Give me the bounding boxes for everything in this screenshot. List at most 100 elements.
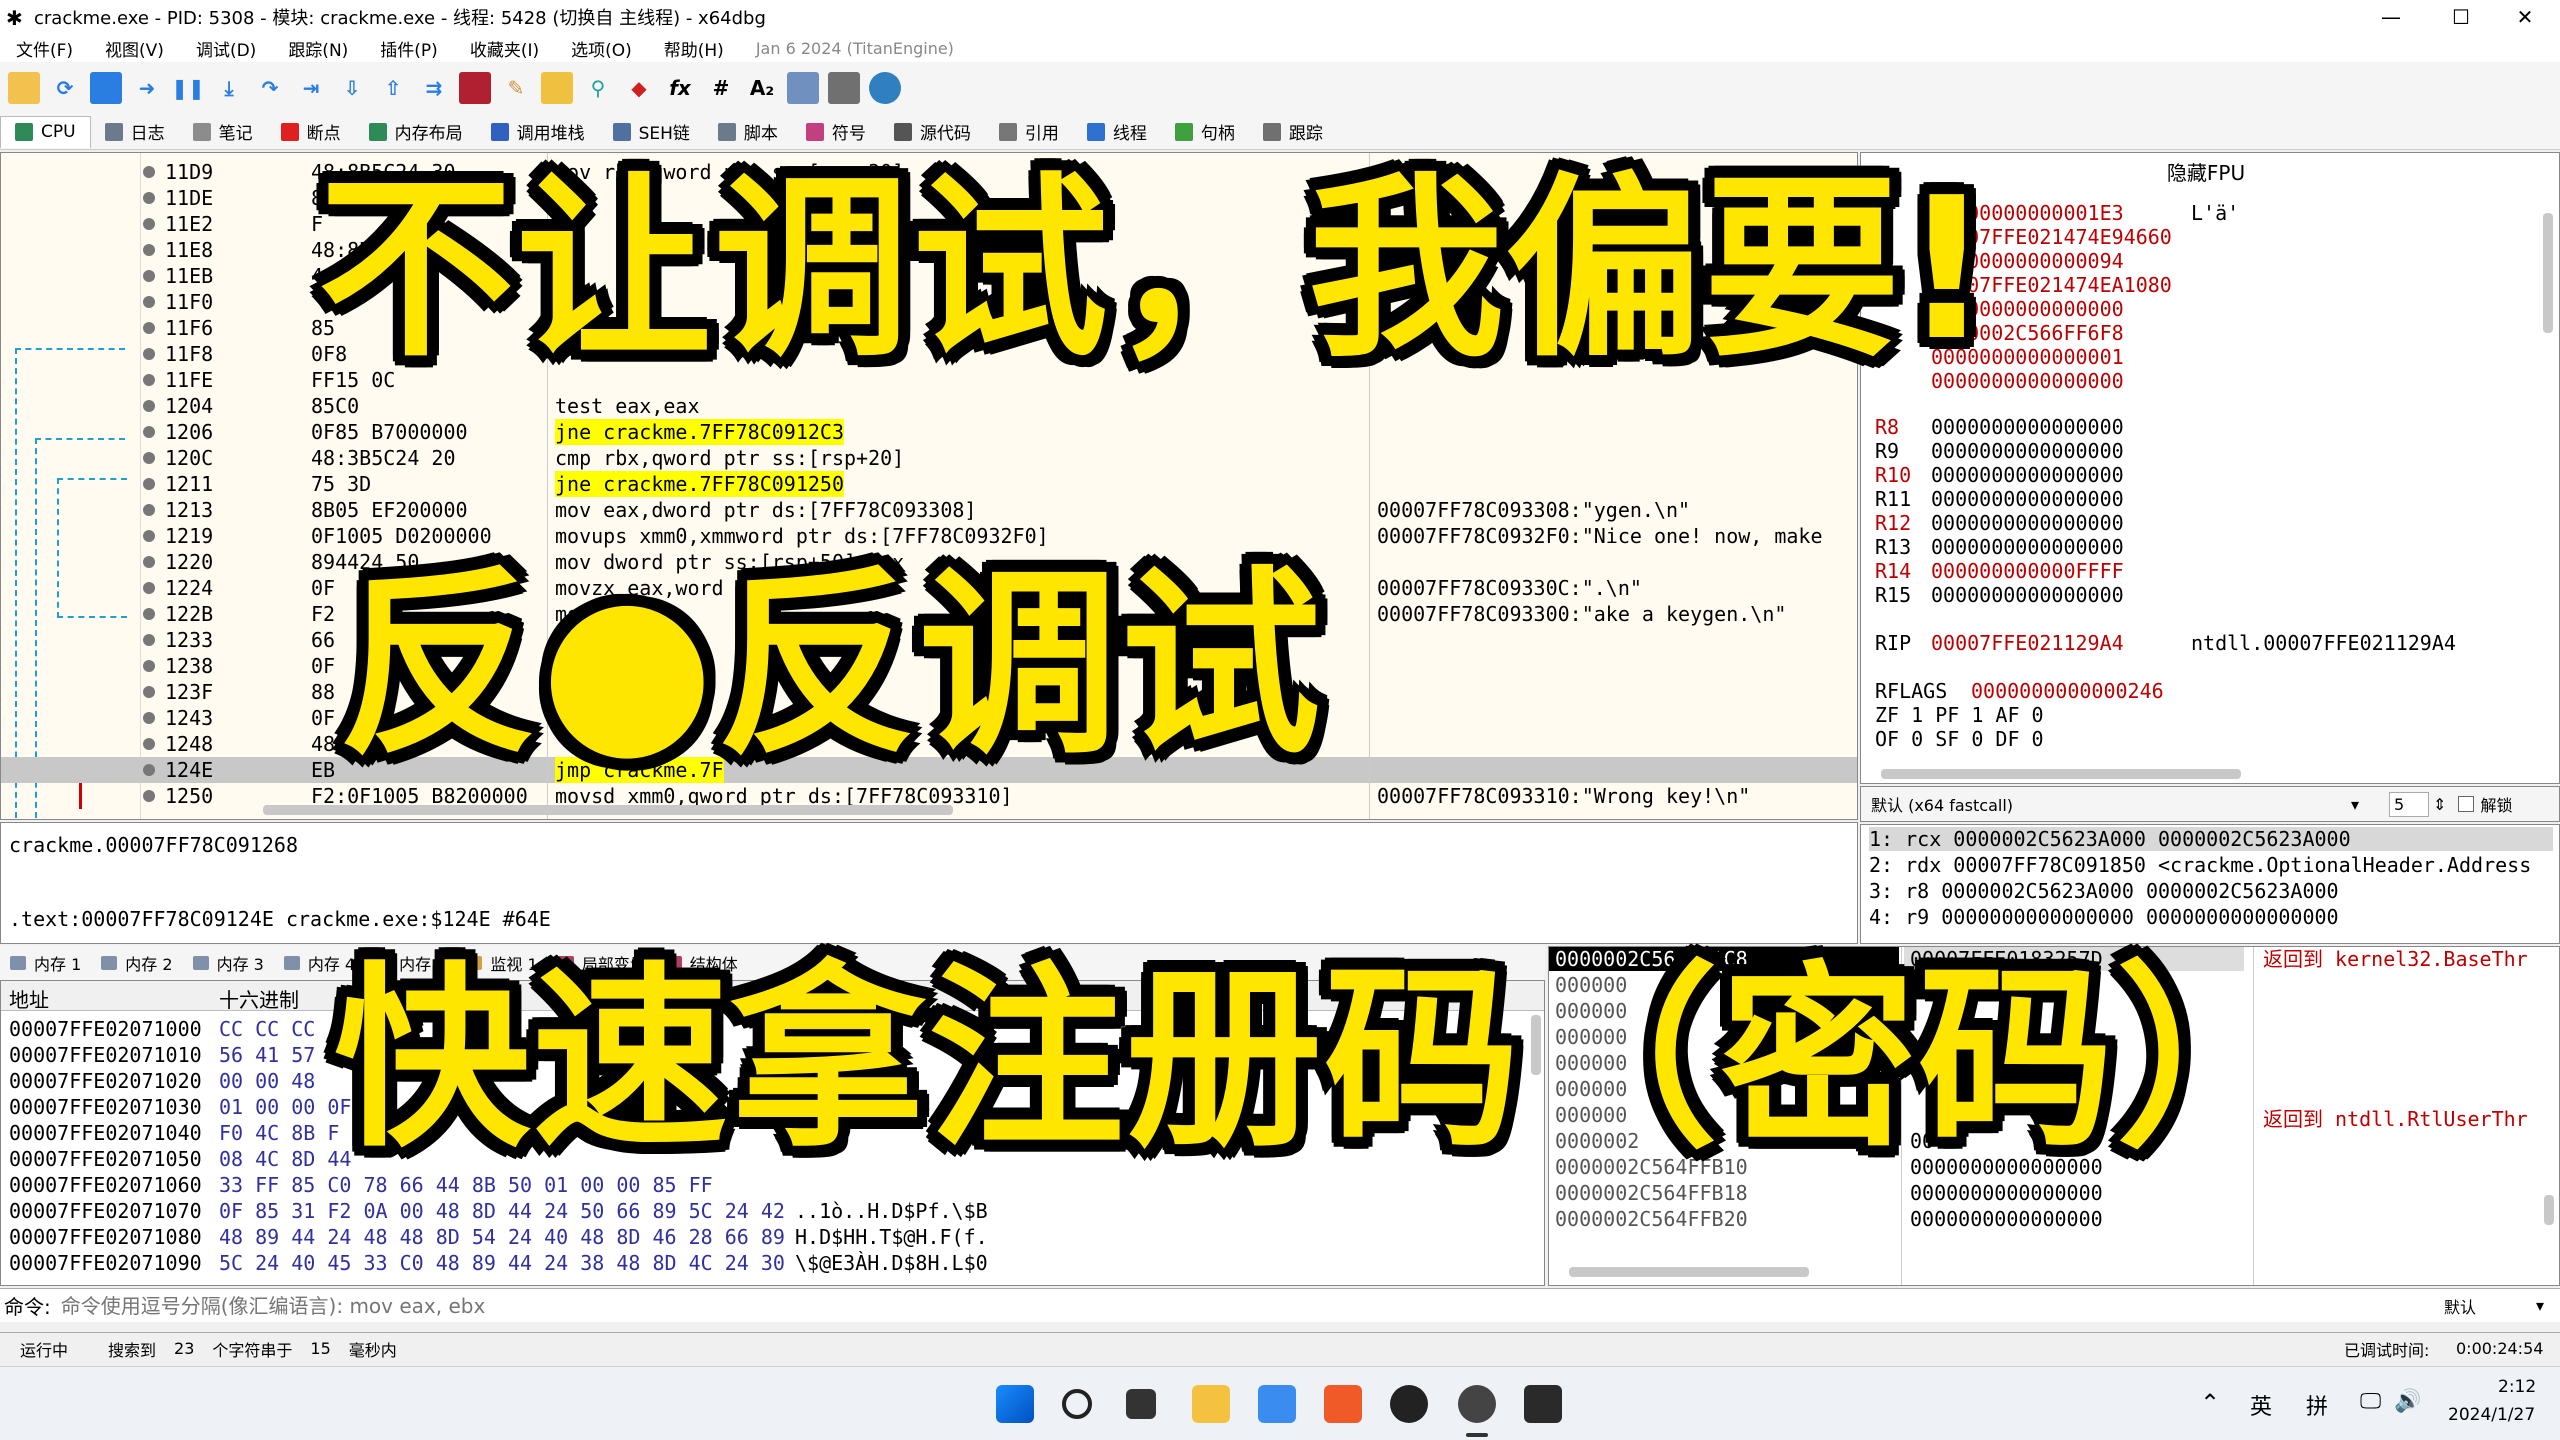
register-value[interactable]: 0000000000000000	[1931, 583, 2124, 607]
breakpoint-dot-icon[interactable]	[143, 530, 155, 542]
tab-0[interactable]: CPU	[0, 115, 91, 148]
register-row[interactable]: R12 0000000000000000	[1875, 511, 2124, 535]
input-lang-label[interactable]: 英	[2250, 1389, 2272, 1421]
close-button[interactable]: ✕	[2490, 0, 2560, 34]
trace-into-icon[interactable]: ⇥	[295, 72, 327, 104]
restart-icon[interactable]: ⟳	[49, 72, 81, 104]
call-args-view[interactable]: 1: rcx 0000002C5623A000 0000002C5623A000…	[1860, 824, 2560, 944]
arg-count-spinner[interactable]: 5	[2389, 791, 2430, 817]
bookmarks-icon[interactable]: ⚲	[582, 72, 614, 104]
breakpoint-dot-icon[interactable]	[143, 348, 155, 360]
step-over-icon[interactable]: ↷	[254, 72, 286, 104]
breakpoint-dot-icon[interactable]	[143, 296, 155, 308]
maximize-button[interactable]: ☐	[2426, 0, 2496, 34]
address-column-header[interactable]: 地址	[9, 984, 49, 1013]
breakpoint-dot-icon[interactable]	[143, 738, 155, 750]
spinner-arrows-icon[interactable]: ⇕	[2433, 795, 2446, 814]
calling-convention-select[interactable]: 默认 (x64 fastcall)	[1871, 792, 2351, 816]
menu-item[interactable]: 文件(F)	[16, 36, 73, 61]
tab-13[interactable]: 跟踪	[1249, 116, 1337, 148]
run-to-user-code-icon[interactable]: ⇉	[418, 72, 450, 104]
disasm-row[interactable]: 1213 8B05 EF200000 mov eax,dword ptr ds:[7…	[1, 497, 1857, 523]
functions-icon[interactable]: fx	[664, 72, 696, 104]
register-row[interactable]: R14 000000000000FFFF	[1875, 559, 2124, 583]
breakpoint-dot-icon[interactable]	[143, 166, 155, 178]
disasm-row[interactable]: 1211 75 3D jne crackme.7FF78C091250	[1, 471, 1857, 497]
run-icon[interactable]: ➜	[131, 72, 163, 104]
input-method-label[interactable]: 拼	[2306, 1389, 2328, 1421]
search-icon[interactable]	[1062, 1389, 1092, 1419]
call-arg-row[interactable]: 2: rdx 00007FF78C091850 <crackme.Optiona…	[1869, 853, 2531, 877]
volume-icon[interactable]: 🔊	[2394, 1389, 2421, 1414]
command-input[interactable]	[60, 1293, 2441, 1318]
chevron-up-icon[interactable]: ⌃	[2200, 1389, 2220, 1417]
vertical-scrollbar[interactable]	[2543, 213, 2553, 333]
tab-2[interactable]: 笔记	[179, 116, 267, 148]
chevron-down-icon[interactable]: ▾	[2536, 1296, 2544, 1315]
breakpoint-dot-icon[interactable]	[143, 504, 155, 516]
tab-8[interactable]: 符号	[792, 116, 880, 148]
hash-icon[interactable]: #	[705, 72, 737, 104]
breakpoint-dot-icon[interactable]	[143, 608, 155, 620]
register-row[interactable]: R10 0000000000000000	[1875, 463, 2124, 487]
breakpoint-dot-icon[interactable]	[143, 400, 155, 412]
horizontal-scrollbar[interactable]	[263, 805, 953, 815]
menu-item[interactable]: 视图(V)	[105, 36, 164, 61]
rip-row[interactable]: RIP 00007FFE021129A4 ntdll.00007FFE02112…	[1875, 631, 2456, 655]
tab-12[interactable]: 句柄	[1161, 116, 1249, 148]
call-arg-row[interactable]: 4: r9 0000000000000000 0000000000000000	[1869, 905, 2339, 929]
register-row[interactable]: R8 0000000000000000	[1875, 415, 2124, 439]
memory-tab-0[interactable]: 内存 1	[0, 947, 91, 979]
tab-9[interactable]: 源代码	[880, 116, 985, 148]
breakpoint-dot-icon[interactable]	[143, 634, 155, 646]
breakpoint-dot-icon[interactable]	[143, 270, 155, 282]
menu-item[interactable]: 调试(D)	[196, 36, 256, 61]
clock-time[interactable]: 2:12	[2498, 1377, 2536, 1397]
trace-over-icon[interactable]: ⇩	[336, 72, 368, 104]
tab-5[interactable]: 调用堆栈	[477, 116, 599, 148]
tab-3[interactable]: 断点	[267, 116, 355, 148]
feishu-icon[interactable]	[1258, 1385, 1296, 1423]
task-view-icon[interactable]	[1126, 1389, 1156, 1419]
pause-icon[interactable]: ❚❚	[171, 72, 205, 104]
horizontal-scrollbar[interactable]	[1569, 1267, 1809, 1277]
strings-icon[interactable]: A₂	[746, 72, 778, 104]
open-icon[interactable]	[8, 72, 40, 104]
register-value[interactable]: 0000000000000000	[1931, 415, 2124, 439]
info-box[interactable]: crackme.00007FF78C091268 .text:00007FF78…	[0, 822, 1858, 944]
menu-item[interactable]: 选项(O)	[571, 36, 632, 61]
register-value[interactable]: 0000000000000000	[1931, 487, 2124, 511]
register-row[interactable]: R15 0000000000000000	[1875, 583, 2124, 607]
call-arg-row[interactable]: 1: rcx 0000002C5623A000 0000002C5623A000	[1869, 827, 2553, 851]
unlock-checkbox[interactable]	[2458, 796, 2475, 812]
breakpoint-dot-icon[interactable]	[143, 452, 155, 464]
breakpoint-dot-icon[interactable]	[143, 244, 155, 256]
memory-tab-1[interactable]: 内存 2	[91, 947, 182, 979]
disasm-row[interactable]: 1206 0F85 B7000000 jne crackme.7FF78C0912C…	[1, 419, 1857, 445]
register-value[interactable]: 0000000000000000	[1931, 439, 2124, 463]
breakpoint-dot-icon[interactable]	[143, 764, 155, 776]
rflags-row[interactable]: RFLAGS 0000000000000246	[1875, 679, 2164, 703]
register-row[interactable]: R11 0000000000000000	[1875, 487, 2124, 511]
breakpoint-dot-icon[interactable]	[143, 322, 155, 334]
register-value[interactable]: 0000000000000000	[1931, 535, 2124, 559]
calculator-icon[interactable]	[828, 72, 860, 104]
flags-row[interactable]: ZF 1 PF 1 AF 0	[1875, 703, 2044, 727]
chevron-down-icon[interactable]: ▾	[2351, 795, 2359, 814]
disasm-row[interactable]: 1204 85C0 test eax,eax	[1, 393, 1857, 419]
patch-icon[interactable]: ◆	[623, 72, 655, 104]
tab-11[interactable]: 线程	[1073, 116, 1161, 148]
tab-6[interactable]: SEH链	[599, 116, 704, 148]
command-mode-select[interactable]: 默认	[2444, 1294, 2476, 1318]
tab-4[interactable]: 内存布局	[355, 116, 477, 148]
breakpoint-dot-icon[interactable]	[143, 582, 155, 594]
breakpoint-dot-icon[interactable]	[143, 426, 155, 438]
register-value[interactable]: 000000000000FFFF	[1931, 559, 2124, 583]
file-explorer-icon[interactable]	[1192, 1385, 1230, 1423]
flags-row[interactable]: OF 0 SF 0 DF 0	[1875, 727, 2044, 751]
comments-icon[interactable]: ✎	[500, 72, 532, 104]
vertical-scrollbar[interactable]	[2544, 1195, 2554, 1225]
disasm-row[interactable]: 1219 0F1005 D0200000 movups xmm0,xmmword p…	[1, 523, 1857, 549]
patches-file-icon[interactable]	[787, 72, 819, 104]
tab-10[interactable]: 引用	[985, 116, 1073, 148]
